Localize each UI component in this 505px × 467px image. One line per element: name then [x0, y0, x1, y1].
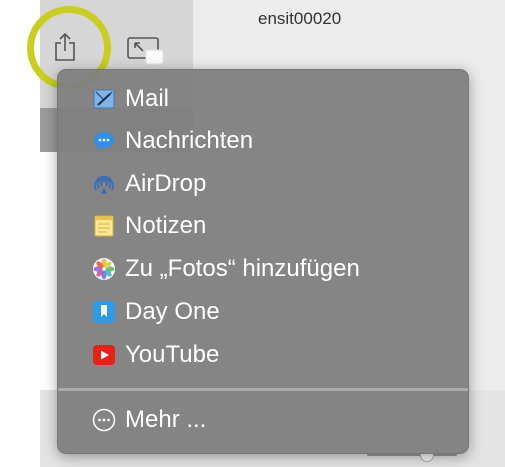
menu-item-day-one[interactable]: Day One	[92, 295, 220, 329]
photos-icon	[92, 257, 116, 281]
mail-icon	[92, 87, 116, 111]
menu-item-label: Nachrichten	[125, 127, 254, 154]
menu-separator	[58, 388, 468, 391]
menu-item-add-to-photos[interactable]: Zu „Fotos“ hinzufügen	[92, 252, 360, 286]
more-icon	[92, 408, 116, 432]
day-one-icon	[92, 300, 116, 324]
picture-in-picture-button[interactable]	[125, 34, 167, 68]
menu-item-label: YouTube	[125, 341, 220, 368]
menu-item-label: Notizen	[125, 212, 207, 239]
youtube-icon	[92, 343, 116, 367]
menu-item-mail[interactable]: Mail	[92, 82, 169, 116]
menu-item-label: Zu „Fotos“ hinzufügen	[125, 255, 360, 282]
document-filename-fragment: ensit00020	[258, 9, 342, 28]
share-menu: Mail Nachrichten AirDrop Notizen Zu „Fot…	[57, 69, 469, 454]
menu-item-label: AirDrop	[125, 170, 207, 197]
airdrop-icon	[92, 172, 116, 196]
menu-item-label: Mail	[125, 85, 170, 112]
notes-icon	[92, 214, 116, 238]
menu-item-nachrichten[interactable]: Nachrichten	[92, 124, 253, 158]
menu-item-notizen[interactable]: Notizen	[92, 209, 206, 243]
messages-icon	[92, 129, 116, 153]
menu-item-more[interactable]: Mehr ...	[92, 403, 206, 437]
menu-item-youtube[interactable]: YouTube	[92, 338, 219, 372]
menu-item-label: Day One	[125, 298, 220, 325]
menu-item-airdrop[interactable]: AirDrop	[92, 167, 206, 201]
picture-in-picture-icon	[127, 37, 164, 65]
menu-item-label: Mehr ...	[125, 406, 207, 433]
